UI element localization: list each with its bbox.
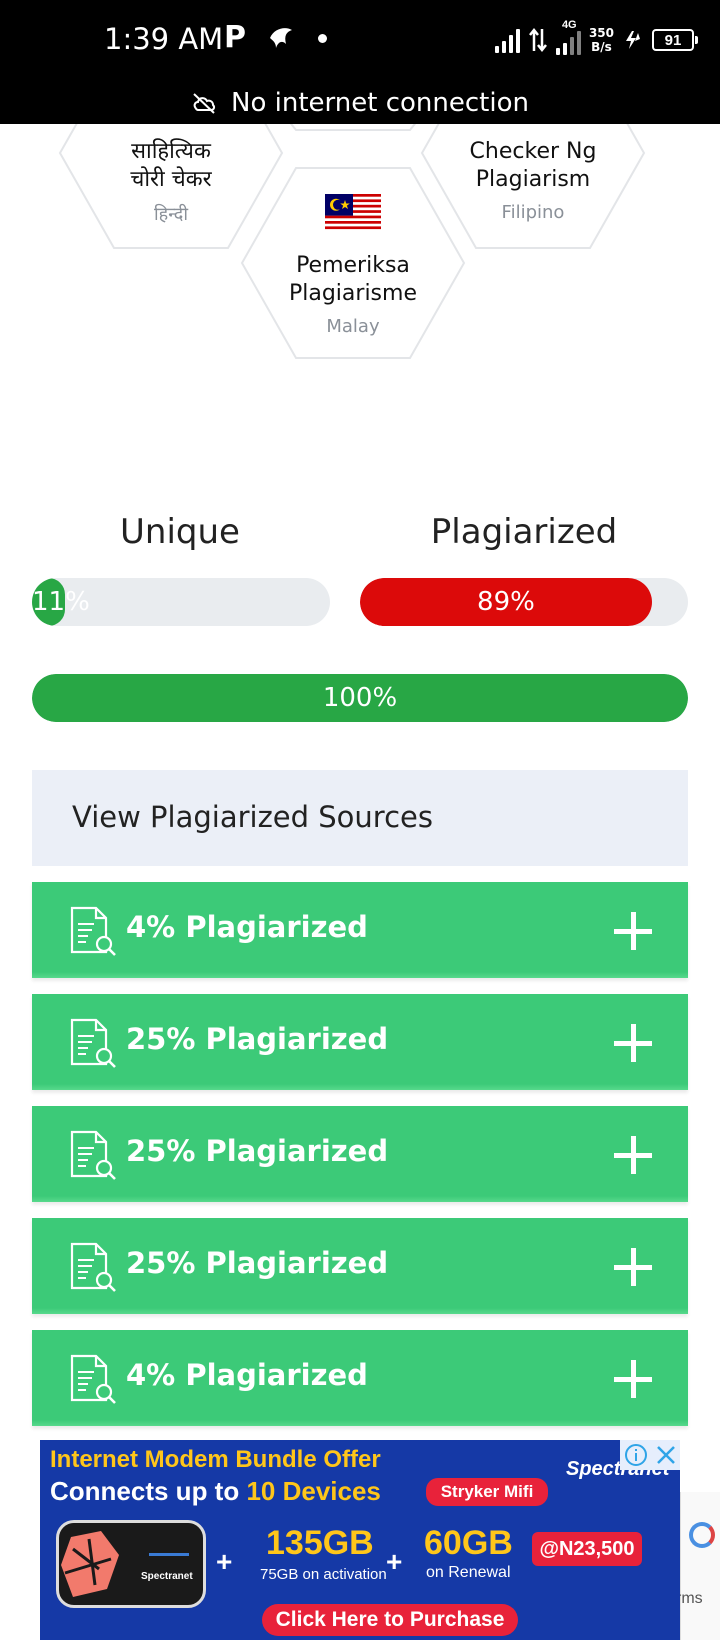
language-card-malay[interactable]: Pemeriksa Plagiarisme Malay: [240, 166, 466, 360]
ad-cta-button[interactable]: Click Here to Purchase: [262, 1604, 518, 1636]
signal-1-icon: [494, 27, 520, 53]
expand-plus-icon[interactable]: [614, 912, 652, 950]
plagiarized-source-row[interactable]: 4% Plagiarized: [32, 1330, 688, 1426]
advertisement-banner[interactable]: Internet Modem Bundle Offer Connects up …: [40, 1440, 680, 1640]
status-time: 1:39 AM: [104, 22, 224, 56]
plagiarized-source-row[interactable]: 25% Plagiarized: [32, 1218, 688, 1314]
unique-progress-bar: 11%: [32, 578, 330, 626]
net-speed-unit: B/s: [591, 40, 612, 54]
bird-app-icon: [270, 28, 292, 48]
ad-product-badge: Stryker Mifi: [426, 1478, 548, 1506]
plagiarized-source-label: 25% Plagiarized: [126, 1022, 389, 1056]
language-grid: साहित्यिक चोरी चेकर हिन्दी Checker Ng Pl…: [0, 124, 720, 364]
expand-plus-icon[interactable]: [614, 1248, 652, 1286]
ad-data1-note: 75GB on activation: [260, 1566, 387, 1583]
plagiarized-source-label: 25% Plagiarized: [126, 1246, 389, 1280]
ad-subline-highlight: 10 Devices: [246, 1476, 381, 1506]
plagiarized-progress-bar: 89%: [360, 578, 688, 626]
hexagon-partial: [289, 124, 417, 131]
expand-plus-icon[interactable]: [614, 1136, 652, 1174]
cloud-off-icon: [193, 93, 216, 114]
overall-progress-bar: 100%: [32, 674, 688, 722]
malaysia-flag-icon: [325, 194, 381, 232]
document-search-icon: [70, 1130, 116, 1180]
expand-plus-icon[interactable]: [614, 1360, 652, 1398]
document-search-icon: [70, 1242, 116, 1292]
ad-plus-icon-2: +: [386, 1546, 403, 1577]
expand-plus-icon[interactable]: [614, 1024, 652, 1062]
ad-controls[interactable]: [620, 1440, 680, 1470]
ad-plus-icon: +: [216, 1546, 233, 1577]
ad-subline-prefix: Connects up to: [50, 1476, 247, 1506]
ad-price: @N23,500: [532, 1532, 642, 1566]
ad-data2-note: on Renewal: [426, 1564, 511, 1581]
unique-progress-label: 11%: [32, 587, 90, 617]
charging-icon: [626, 31, 640, 49]
data-transfer-icon: [528, 27, 547, 53]
ad-subline: Connects up to 10 Devices: [50, 1476, 381, 1507]
plagiarized-source-row[interactable]: 25% Plagiarized: [32, 1106, 688, 1202]
hex-title-line1: Pemeriksa: [296, 253, 410, 278]
parking-icon: P: [224, 20, 246, 55]
ad-data1: 135GB: [266, 1524, 374, 1562]
plagiarized-source-row[interactable]: 25% Plagiarized: [32, 994, 688, 1090]
plagiarized-source-label: 4% Plagiarized: [126, 1358, 368, 1392]
plagiarized-sources-title: View Plagiarized Sources: [72, 800, 433, 834]
document-search-icon: [70, 1354, 116, 1404]
ad-data2: 60GB: [424, 1524, 513, 1562]
plagiarized-source-label: 4% Plagiarized: [126, 910, 368, 944]
status-bar: 1:39 AM P 4G 350 B/s 91: [0, 0, 720, 82]
notification-dot-icon: [318, 34, 327, 43]
hex-title-line2: Plagiarisme: [288, 281, 417, 306]
plagiarized-sources-header: View Plagiarized Sources: [32, 770, 688, 866]
hex-language: Malay: [326, 316, 380, 337]
ad-headline: Internet Modem Bundle Offer: [50, 1446, 381, 1473]
document-search-icon: [70, 906, 116, 956]
hex-title-line1: साहित्यिक: [131, 139, 211, 164]
no-internet-text: No internet connection: [231, 88, 529, 118]
no-internet-banner: No internet connection: [0, 82, 720, 124]
unique-heading: Unique: [120, 512, 240, 552]
network-speed: 350 B/s: [589, 26, 614, 54]
overall-progress-label: 100%: [322, 683, 398, 713]
battery-icon: 91: [652, 29, 698, 51]
plagiarized-source-row[interactable]: 4% Plagiarized: [32, 882, 688, 978]
plagiarized-source-label: 25% Plagiarized: [126, 1134, 389, 1168]
plagiarized-heading: Plagiarized: [430, 512, 618, 552]
document-search-icon: [70, 1018, 116, 1068]
device-brand-label: Spectranet: [141, 1571, 193, 1582]
plagiarized-progress-label: 89%: [477, 587, 535, 617]
ad-device-image: Spectranet: [56, 1520, 206, 1608]
status-indicators: 4G 350 B/s 91: [494, 19, 698, 58]
signal-2-icon: 4G: [555, 19, 581, 55]
network-type-label: 4G: [561, 19, 577, 31]
battery-level: 91: [664, 31, 682, 49]
hex-title-line1: Checker Ng: [469, 139, 597, 164]
ad-close-icon[interactable]: [655, 1444, 677, 1466]
net-speed-value: 350: [588, 26, 614, 40]
ad-info-icon[interactable]: [624, 1443, 648, 1467]
recaptcha-badge[interactable]: [680, 1492, 720, 1640]
device-pattern-icon: [61, 1531, 119, 1597]
